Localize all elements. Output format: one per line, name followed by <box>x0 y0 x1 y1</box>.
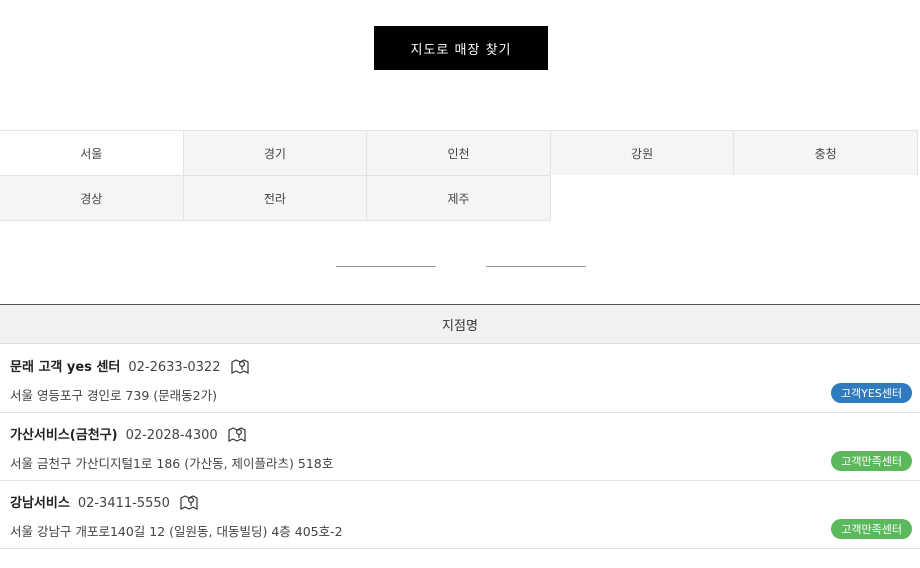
region-tab-jeju[interactable]: 제주 <box>367 175 551 221</box>
store-name-line: 가산서비스(금천구) 02-2028-4300 <box>10 424 246 446</box>
region-tab-incheon[interactable]: 인천 <box>367 130 551 175</box>
region-tab-jeolla[interactable]: 전라 <box>183 175 368 221</box>
store-address: 서울 금천구 가산디지털1로 186 (가산동, 제이플라츠) 518호 <box>10 456 334 471</box>
store-row[interactable]: 강남서비스 02-3411-5550 서울 강남구 개포로140길 12 (일원동… <box>0 481 920 549</box>
list-header: 지점명 <box>0 304 920 344</box>
store-type-badge: 고객만족센터 <box>831 451 912 471</box>
filter-select-1[interactable] <box>336 266 436 267</box>
region-tabs: 서울 경기 인천 강원 충청 경상 전라 제주 <box>0 130 918 221</box>
store-list: 문래 고객 yes 센터 02-2633-0322 서울 영등포구 경인로 739… <box>0 345 920 549</box>
region-tab-gyeongsang[interactable]: 경상 <box>0 175 184 221</box>
store-type-badge: 고객만족센터 <box>831 519 912 539</box>
store-name: 가산서비스(금천구) <box>10 428 118 443</box>
store-name-line: 강남서비스 02-3411-5550 <box>10 492 199 514</box>
store-address: 서울 강남구 개포로140길 12 (일원동, 대동빌딩) 4층 405호-2 <box>10 524 343 539</box>
find-store-by-map-button[interactable]: 지도로 매장 찾기 <box>374 26 548 70</box>
region-tab-seoul[interactable]: 서울 <box>0 130 184 175</box>
map-pin-icon[interactable] <box>180 494 199 514</box>
store-phone: 02-3411-5550 <box>77 496 170 511</box>
map-pin-icon[interactable] <box>228 426 246 446</box>
store-type-badge: 고객YES센터 <box>830 383 912 403</box>
filter-select-2[interactable] <box>486 266 586 267</box>
store-name: 강남서비스 <box>10 496 70 511</box>
store-name-line: 문래 고객 yes 센터 02-2633-0322 <box>10 356 249 378</box>
store-phone: 02-2028-4300 <box>125 428 218 443</box>
region-tab-gangwon[interactable]: 강원 <box>550 130 735 175</box>
region-tab-gyeonggi[interactable]: 경기 <box>183 130 368 175</box>
region-tab-chungcheong[interactable]: 충청 <box>734 130 918 175</box>
map-pin-icon[interactable] <box>231 358 249 378</box>
store-address: 서울 영등포구 경인로 739 (문래동2가) <box>10 388 217 403</box>
store-phone: 02-2633-0322 <box>128 360 221 375</box>
store-row[interactable]: 문래 고객 yes 센터 02-2633-0322 서울 영등포구 경인로 739… <box>0 345 920 413</box>
store-row[interactable]: 가산서비스(금천구) 02-2028-4300 서울 금천구 가산디지털1로 18… <box>0 413 920 481</box>
filter-area <box>0 266 920 267</box>
store-name: 문래 고객 yes 센터 <box>10 360 121 375</box>
